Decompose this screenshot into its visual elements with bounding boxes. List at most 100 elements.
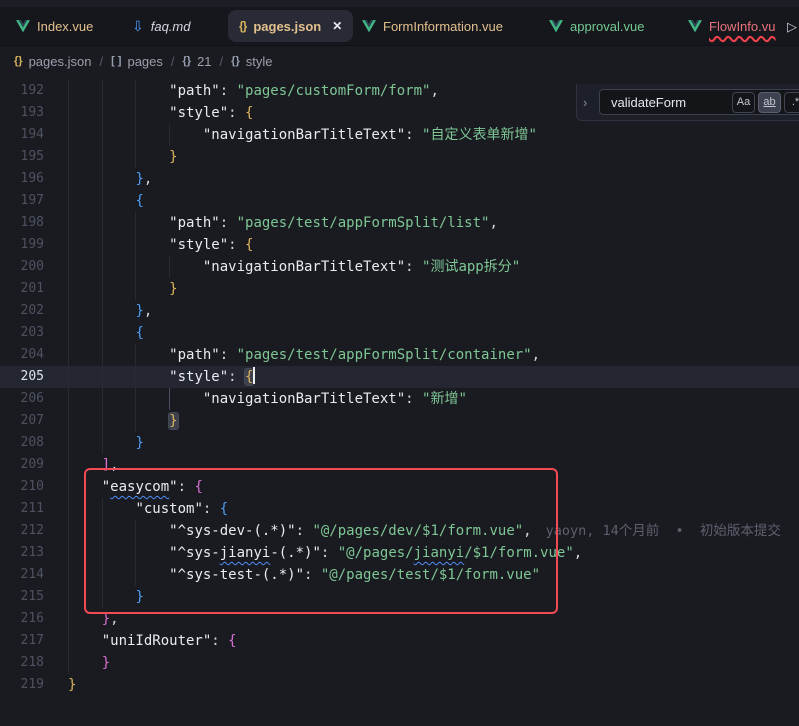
code-line-208[interactable]: 208 } — [0, 432, 799, 454]
code-line-218[interactable]: 218 } — [0, 652, 799, 674]
breadcrumb-item-pages-json[interactable]: {}pages.json — [14, 54, 91, 69]
vue-icon — [688, 20, 702, 33]
code-line-204[interactable]: 204 "path": "pages/test/appFormSplit/con… — [0, 344, 799, 366]
line-number[interactable]: 208 — [0, 432, 44, 454]
code-line-198[interactable]: 198 "path": "pages/test/appFormSplit/lis… — [0, 212, 799, 234]
code-line-207[interactable]: 207 } — [0, 410, 799, 432]
line-number[interactable]: 203 — [0, 322, 44, 344]
code-line-219[interactable]: 219} — [0, 674, 799, 696]
editor-pane[interactable]: › validateForm Aa ab .* 192 "path": "pag… — [0, 76, 799, 725]
code-token: } — [135, 303, 143, 319]
code-token: : — [203, 501, 220, 517]
code-line-206[interactable]: 206 "navigationBarTitleText": "新增" — [0, 388, 799, 410]
close-icon[interactable]: ✕ — [332, 19, 342, 33]
line-number[interactable]: 206 — [0, 388, 44, 410]
line-number[interactable]: 207 — [0, 410, 44, 432]
code-token: : — [220, 83, 237, 99]
line-number[interactable]: 201 — [0, 278, 44, 300]
line-number[interactable]: 194 — [0, 124, 44, 146]
find-expand-chevron-icon[interactable]: › — [583, 95, 599, 110]
indent-guide — [135, 212, 136, 234]
line-number[interactable]: 199 — [0, 234, 44, 256]
line-number[interactable]: 204 — [0, 344, 44, 366]
code-line-199[interactable]: 199 "style": { — [0, 234, 799, 256]
line-number[interactable]: 213 — [0, 542, 44, 564]
line-number[interactable]: 196 — [0, 168, 44, 190]
code-line-200[interactable]: 200 "navigationBarTitleText": "测试app拆分" — [0, 256, 799, 278]
line-number[interactable]: 215 — [0, 586, 44, 608]
line-number[interactable]: 218 — [0, 652, 44, 674]
indent-guide — [68, 146, 69, 168]
tab-overflow-chevron-icon[interactable]: ▷ — [787, 19, 797, 35]
line-number[interactable]: 219 — [0, 674, 44, 696]
whole-word-label: ab — [763, 96, 775, 108]
code-content: } — [68, 586, 799, 608]
tab-forminformation-vue[interactable]: FormInformation.vue — [362, 10, 503, 42]
code-line-202[interactable]: 202 }, — [0, 300, 799, 322]
code-line-216[interactable]: 216 }, — [0, 608, 799, 630]
whole-word-button[interactable]: ab — [758, 92, 781, 113]
regex-button[interactable]: .* — [784, 92, 799, 113]
code-line-197[interactable]: 197 { — [0, 190, 799, 212]
tab-index-vue[interactable]: Index.vue — [16, 10, 93, 42]
code-content: { — [68, 322, 799, 344]
breadcrumb-item-21[interactable]: {}21 — [183, 54, 212, 69]
indent-guide — [68, 168, 69, 190]
code-content: "^sys-dev-(.*)": "@/pages/dev/$1/form.vu… — [68, 520, 799, 542]
indent-guide — [135, 278, 136, 300]
search-input[interactable]: validateForm Aa ab .* — [599, 89, 799, 115]
tab-pages-json[interactable]: {}pages.json✕ — [228, 10, 353, 42]
match-case-button[interactable]: Aa — [732, 92, 755, 113]
code-line-214[interactable]: 214 "^sys-test-(.*)": "@/pages/test/$1/f… — [0, 564, 799, 586]
line-number[interactable]: 214 — [0, 564, 44, 586]
indent-guide — [135, 410, 136, 432]
line-number[interactable]: 200 — [0, 256, 44, 278]
line-number[interactable]: 211 — [0, 498, 44, 520]
line-number[interactable]: 205 — [0, 366, 44, 388]
code-line-210[interactable]: 210 "easycom": { — [0, 476, 799, 498]
code-line-213[interactable]: 213 "^sys-jianyi-(.*)": "@/pages/jianyi/… — [0, 542, 799, 564]
tab-flowinfo-vu[interactable]: FlowInfo.vu — [688, 10, 775, 42]
tab-faq-md[interactable]: ⇩faq.md — [132, 10, 190, 42]
line-number[interactable]: 202 — [0, 300, 44, 322]
line-number[interactable]: 216 — [0, 608, 44, 630]
code-token: } — [102, 611, 110, 627]
code-line-196[interactable]: 196 }, — [0, 168, 799, 190]
code-line-209[interactable]: 209 ], — [0, 454, 799, 476]
line-number[interactable]: 212 — [0, 520, 44, 542]
breadcrumb-item-pages[interactable]: [ ]pages — [111, 54, 163, 69]
code-token: "^sys-dev-(.*)" — [169, 523, 295, 539]
code-line-203[interactable]: 203 { — [0, 322, 799, 344]
find-widget: › validateForm Aa ab .* — [576, 84, 799, 121]
code-token: , — [489, 215, 497, 231]
code-line-205[interactable]: 205 "style": { — [0, 366, 799, 388]
indent-guide — [135, 146, 136, 168]
code-token: } — [135, 435, 143, 451]
code-line-194[interactable]: 194 "navigationBarTitleText": "自定义表单新增" — [0, 124, 799, 146]
line-number[interactable]: 197 — [0, 190, 44, 212]
indent-guide — [68, 498, 69, 520]
indent-guide — [102, 124, 103, 146]
line-number[interactable]: 193 — [0, 102, 44, 124]
line-number[interactable]: 217 — [0, 630, 44, 652]
indent-guide — [68, 234, 69, 256]
line-number[interactable]: 210 — [0, 476, 44, 498]
editor-tab-bar: Index.vue ⇩faq.md {}pages.json✕ FormInforma… — [0, 7, 799, 46]
line-number[interactable]: 198 — [0, 212, 44, 234]
code-token: , — [532, 347, 540, 363]
code-line-195[interactable]: 195 } — [0, 146, 799, 168]
code-line-217[interactable]: 217 "uniIdRouter": { — [0, 630, 799, 652]
code-line-212[interactable]: 212 "^sys-dev-(.*)": "@/pages/dev/$1/for… — [0, 520, 799, 542]
line-number[interactable]: 192 — [0, 80, 44, 102]
line-number[interactable]: 195 — [0, 146, 44, 168]
code-content: } — [68, 652, 799, 674]
code-line-211[interactable]: 211 "custom": { — [0, 498, 799, 520]
title-strip — [0, 0, 799, 7]
code-area[interactable]: 192 "path": "pages/customForm/form",193 … — [0, 76, 799, 696]
code-line-215[interactable]: 215 } — [0, 586, 799, 608]
indent-guide — [102, 564, 103, 586]
code-line-201[interactable]: 201 } — [0, 278, 799, 300]
line-number[interactable]: 209 — [0, 454, 44, 476]
tab-approval-vue[interactable]: approval.vue — [549, 10, 644, 42]
breadcrumb-item-style[interactable]: {}style — [231, 54, 272, 69]
